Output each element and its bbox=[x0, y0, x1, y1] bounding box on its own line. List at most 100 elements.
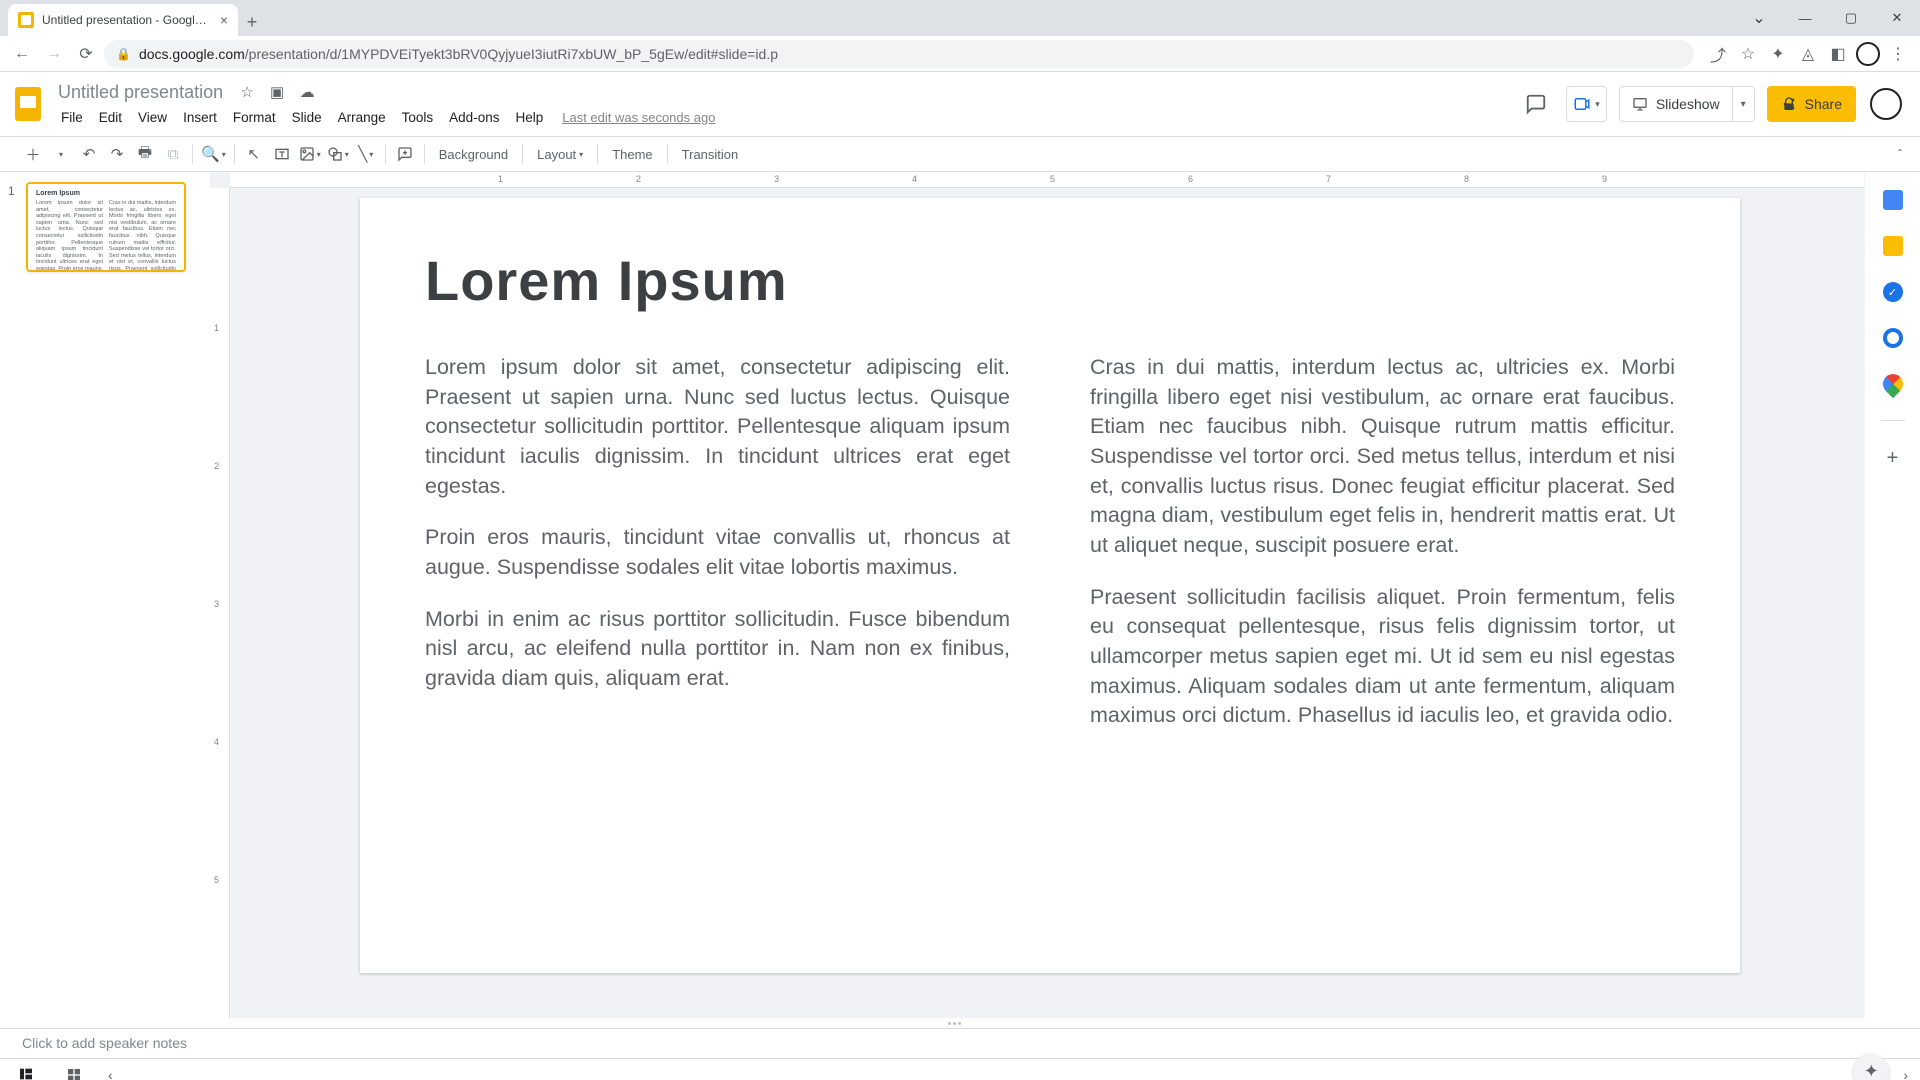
close-tab-icon[interactable]: × bbox=[220, 12, 228, 28]
slide-text-col-1[interactable]: Lorem ipsum dolor sit amet, consectetur … bbox=[425, 353, 1010, 753]
close-window-icon[interactable]: ✕ bbox=[1874, 0, 1920, 36]
install-app-icon[interactable]: ⤴ bbox=[1704, 40, 1732, 68]
menu-bar: File Edit View Insert Format Slide Arran… bbox=[54, 105, 715, 129]
side-panel-divider bbox=[1881, 420, 1905, 421]
profile-avatar[interactable] bbox=[1854, 40, 1882, 68]
forward-button[interactable]: → bbox=[40, 40, 68, 68]
grid-view-icon[interactable] bbox=[60, 1064, 88, 1080]
vertical-ruler[interactable]: 1 2 3 4 5 bbox=[210, 188, 230, 1018]
new-slide-button[interactable]: ＋ bbox=[20, 141, 46, 167]
paint-format-button[interactable]: ⧉ bbox=[160, 141, 186, 167]
browser-address-bar: ← → ⟳ 🔒 docs.google.com/presentation/d/1… bbox=[0, 36, 1920, 72]
redo-button[interactable]: ↷ bbox=[104, 141, 130, 167]
extension-item-icon[interactable]: ◬ bbox=[1794, 40, 1822, 68]
shape-tool[interactable] bbox=[325, 141, 351, 167]
slide-text-col-2[interactable]: Cras in dui mattis, interdum lectus ac, … bbox=[1090, 353, 1675, 753]
slide-thumbnail[interactable]: Lorem Ipsum Lorem ipsum dolor sit amet, … bbox=[26, 182, 186, 272]
browser-tabstrip: Untitled presentation - Google S × + ⌄ —… bbox=[0, 0, 1920, 36]
menu-format[interactable]: Format bbox=[226, 108, 283, 127]
filmstrip[interactable]: 1 Lorem Ipsum Lorem ipsum dolor sit amet… bbox=[0, 172, 210, 1018]
line-tool[interactable]: ╲ bbox=[353, 141, 379, 167]
chrome-menu-icon[interactable]: ⋮ bbox=[1884, 40, 1912, 68]
comment-tool[interactable] bbox=[392, 141, 418, 167]
undo-button[interactable]: ↶ bbox=[76, 141, 102, 167]
slide-number: 1 bbox=[8, 182, 20, 272]
menu-slide[interactable]: Slide bbox=[285, 108, 329, 127]
maps-icon[interactable] bbox=[1878, 370, 1906, 398]
window-controls: ⌄ — ▢ ✕ bbox=[1736, 0, 1920, 36]
slideshow-button[interactable]: Slideshow ▾ bbox=[1619, 86, 1755, 122]
comments-icon[interactable] bbox=[1518, 86, 1554, 122]
menu-help[interactable]: Help bbox=[508, 108, 550, 127]
slideshow-dropdown[interactable]: ▾ bbox=[1732, 87, 1754, 121]
horizontal-ruler[interactable]: 1 2 3 4 5 6 7 8 9 bbox=[230, 172, 1864, 188]
browser-tab[interactable]: Untitled presentation - Google S × bbox=[8, 4, 238, 36]
print-button[interactable]: 🖶 bbox=[132, 141, 158, 167]
share-label: Share bbox=[1805, 96, 1842, 112]
speaker-notes[interactable]: Click to add speaker notes bbox=[0, 1028, 1920, 1058]
explore-button[interactable]: ✦ bbox=[1853, 1054, 1889, 1080]
filmstrip-view-icon[interactable] bbox=[12, 1064, 40, 1080]
zoom-button[interactable]: 🔍 bbox=[199, 141, 228, 167]
sidepanel-toggle-icon[interactable]: ◧ bbox=[1824, 40, 1852, 68]
account-avatar[interactable] bbox=[1868, 86, 1904, 122]
select-tool[interactable]: ↖ bbox=[241, 141, 267, 167]
omnibox[interactable]: 🔒 docs.google.com/presentation/d/1MYPDVE… bbox=[104, 40, 1694, 68]
menu-tools[interactable]: Tools bbox=[395, 108, 441, 127]
slides-favicon bbox=[18, 12, 34, 28]
new-slide-dropdown[interactable]: ▾ bbox=[48, 141, 74, 167]
slide-thumb-1[interactable]: 1 Lorem Ipsum Lorem ipsum dolor sit amet… bbox=[8, 182, 202, 272]
new-tab-button[interactable]: + bbox=[238, 8, 266, 36]
textbox-tool[interactable] bbox=[269, 141, 295, 167]
notes-placeholder: Click to add speaker notes bbox=[22, 1035, 187, 1051]
theme-button[interactable]: Theme bbox=[604, 147, 660, 162]
cloud-status-icon[interactable]: ☁ bbox=[297, 82, 317, 102]
collapse-toolbar-icon[interactable]: ˆ bbox=[1890, 143, 1910, 165]
tasks-icon[interactable] bbox=[1883, 282, 1903, 302]
menu-edit[interactable]: Edit bbox=[92, 108, 129, 127]
hide-sidepanel-icon[interactable]: › bbox=[1903, 1067, 1908, 1080]
extensions-icon[interactable]: ✦ bbox=[1764, 40, 1792, 68]
canvas-area: 1 2 3 4 5 6 7 8 9 1 2 3 4 5 Lorem Ipsum bbox=[210, 172, 1864, 1018]
menu-addons[interactable]: Add-ons bbox=[442, 108, 506, 127]
last-edit-link[interactable]: Last edit was seconds ago bbox=[562, 110, 715, 125]
slideshow-label: Slideshow bbox=[1656, 96, 1720, 112]
layout-button[interactable]: Layout▾ bbox=[529, 147, 591, 162]
doc-title-input[interactable]: Untitled presentation bbox=[54, 80, 227, 105]
share-button[interactable]: Share bbox=[1767, 86, 1856, 122]
menu-file[interactable]: File bbox=[54, 108, 90, 127]
back-button[interactable]: ← bbox=[8, 40, 36, 68]
bookmark-icon[interactable]: ☆ bbox=[1734, 40, 1762, 68]
toolbar: ＋ ▾ ↶ ↷ 🖶 ⧉ 🔍 ↖ ╲ Background Layout▾ The… bbox=[0, 136, 1920, 172]
move-icon[interactable]: ▣ bbox=[267, 82, 287, 102]
slide-title[interactable]: Lorem Ipsum bbox=[425, 248, 1675, 313]
minimize-icon[interactable]: — bbox=[1782, 0, 1828, 36]
slides-logo[interactable] bbox=[8, 84, 48, 124]
contacts-icon[interactable] bbox=[1883, 328, 1903, 348]
maximize-icon[interactable]: ▢ bbox=[1828, 0, 1874, 36]
edit-surface[interactable]: Lorem Ipsum Lorem ipsum dolor sit amet, … bbox=[230, 188, 1864, 1018]
tab-title: Untitled presentation - Google S bbox=[42, 13, 212, 27]
side-panel: + bbox=[1864, 172, 1920, 1018]
work-area: 1 Lorem Ipsum Lorem ipsum dolor sit amet… bbox=[0, 172, 1920, 1018]
keep-icon[interactable] bbox=[1883, 236, 1903, 256]
menu-arrange[interactable]: Arrange bbox=[331, 108, 393, 127]
add-addon-icon[interactable]: + bbox=[1887, 447, 1899, 470]
image-tool[interactable] bbox=[297, 141, 323, 167]
tab-search-icon[interactable]: ⌄ bbox=[1736, 0, 1782, 36]
menu-insert[interactable]: Insert bbox=[176, 108, 224, 127]
reload-button[interactable]: ⟳ bbox=[72, 40, 100, 68]
menu-view[interactable]: View bbox=[131, 108, 174, 127]
bottom-bar: ‹ ✦ › bbox=[0, 1058, 1920, 1080]
star-icon[interactable]: ☆ bbox=[237, 82, 257, 102]
transition-button[interactable]: Transition bbox=[674, 147, 747, 162]
lock-icon: 🔒 bbox=[116, 47, 131, 61]
background-button[interactable]: Background bbox=[431, 147, 516, 162]
slides-header: Untitled presentation ☆ ▣ ☁ File Edit Vi… bbox=[0, 72, 1920, 136]
present-meet-button[interactable]: ▾ bbox=[1566, 86, 1607, 122]
slide-canvas[interactable]: Lorem Ipsum Lorem ipsum dolor sit amet, … bbox=[360, 198, 1740, 973]
url-text: docs.google.com/presentation/d/1MYPDVEiT… bbox=[139, 46, 1682, 62]
calendar-icon[interactable] bbox=[1883, 190, 1903, 210]
notes-resize-handle[interactable] bbox=[0, 1018, 1920, 1028]
collapse-filmstrip-icon[interactable]: ‹ bbox=[108, 1067, 113, 1080]
